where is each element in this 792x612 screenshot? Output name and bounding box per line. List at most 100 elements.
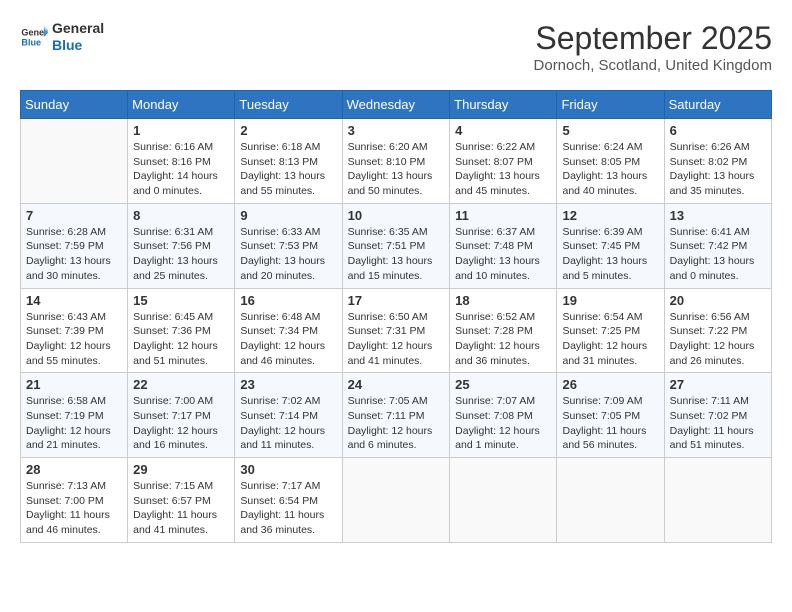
location-title: Dornoch, Scotland, United Kingdom	[534, 57, 772, 74]
day-number: 30	[240, 462, 336, 477]
calendar-cell	[450, 458, 557, 543]
day-number: 2	[240, 123, 336, 138]
calendar-cell: 2 Sunrise: 6:18 AMSunset: 8:13 PMDaylight…	[235, 119, 342, 204]
calendar-cell: 1 Sunrise: 6:16 AMSunset: 8:16 PMDaylight…	[128, 119, 235, 204]
day-info: Sunrise: 6:45 AMSunset: 7:36 PMDaylight:…	[133, 310, 229, 369]
calendar-body: 1 Sunrise: 6:16 AMSunset: 8:16 PMDaylight…	[21, 119, 772, 543]
calendar-cell: 23 Sunrise: 7:02 AMSunset: 7:14 PMDayligh…	[235, 373, 342, 458]
day-info: Sunrise: 6:54 AMSunset: 7:25 PMDaylight:…	[562, 310, 658, 369]
calendar-cell: 14Sunrise: 6:43 AMSunset: 7:39 PMDayligh…	[21, 288, 128, 373]
logo: General Blue General Blue	[20, 20, 104, 54]
day-info: Sunrise: 6:41 AMSunset: 7:42 PMDaylight:…	[670, 225, 766, 284]
calendar-cell	[21, 119, 128, 204]
day-info: Sunrise: 7:15 AMSunset: 6:57 PMDaylight:…	[133, 479, 229, 538]
calendar-cell: 22 Sunrise: 7:00 AMSunset: 7:17 PMDayligh…	[128, 373, 235, 458]
day-number: 21	[26, 377, 122, 392]
day-number: 28	[26, 462, 122, 477]
day-info: Sunrise: 6:16 AMSunset: 8:16 PMDaylight:…	[133, 140, 229, 199]
day-info: Sunrise: 7:07 AMSunset: 7:08 PMDaylight:…	[455, 394, 551, 453]
day-number: 19	[562, 293, 658, 308]
day-number: 9	[240, 208, 336, 223]
day-number: 17	[348, 293, 445, 308]
calendar-cell: 10Sunrise: 6:35 AMSunset: 7:51 PMDayligh…	[342, 203, 450, 288]
calendar-week-row: 7 Sunrise: 6:28 AMSunset: 7:59 PMDaylight…	[21, 203, 772, 288]
calendar-week-row: 1 Sunrise: 6:16 AMSunset: 8:16 PMDaylight…	[21, 119, 772, 204]
day-number: 25	[455, 377, 551, 392]
day-number: 22	[133, 377, 229, 392]
title-area: September 2025 Dornoch, Scotland, United…	[534, 20, 772, 74]
day-info: Sunrise: 6:24 AMSunset: 8:05 PMDaylight:…	[562, 140, 658, 199]
day-info: Sunrise: 6:33 AMSunset: 7:53 PMDaylight:…	[240, 225, 336, 284]
calendar-cell: 7 Sunrise: 6:28 AMSunset: 7:59 PMDaylight…	[21, 203, 128, 288]
calendar-cell: 24Sunrise: 7:05 AMSunset: 7:11 PMDayligh…	[342, 373, 450, 458]
day-number: 15	[133, 293, 229, 308]
day-number: 8	[133, 208, 229, 223]
day-info: Sunrise: 6:18 AMSunset: 8:13 PMDaylight:…	[240, 140, 336, 199]
day-number: 12	[562, 208, 658, 223]
day-info: Sunrise: 6:52 AMSunset: 7:28 PMDaylight:…	[455, 310, 551, 369]
calendar-cell: 8 Sunrise: 6:31 AMSunset: 7:56 PMDaylight…	[128, 203, 235, 288]
month-title: September 2025	[534, 20, 772, 57]
calendar-cell: 6 Sunrise: 6:26 AMSunset: 8:02 PMDaylight…	[664, 119, 771, 204]
calendar-cell	[557, 458, 664, 543]
calendar-cell: 13 Sunrise: 6:41 AMSunset: 7:42 PMDayligh…	[664, 203, 771, 288]
day-info: Sunrise: 6:22 AMSunset: 8:07 PMDaylight:…	[455, 140, 551, 199]
calendar-cell: 11 Sunrise: 6:37 AMSunset: 7:48 PMDayligh…	[450, 203, 557, 288]
calendar-cell: 12Sunrise: 6:39 AMSunset: 7:45 PMDayligh…	[557, 203, 664, 288]
day-info: Sunrise: 7:17 AMSunset: 6:54 PMDaylight:…	[240, 479, 336, 538]
day-number: 26	[562, 377, 658, 392]
logo-line1: General	[52, 20, 104, 37]
logo-line2: Blue	[52, 37, 104, 54]
calendar-week-row: 14Sunrise: 6:43 AMSunset: 7:39 PMDayligh…	[21, 288, 772, 373]
day-info: Sunrise: 7:11 AMSunset: 7:02 PMDaylight:…	[670, 394, 766, 453]
day-number: 4	[455, 123, 551, 138]
calendar-cell: 30 Sunrise: 7:17 AMSunset: 6:54 PMDayligh…	[235, 458, 342, 543]
day-info: Sunrise: 6:48 AMSunset: 7:34 PMDaylight:…	[240, 310, 336, 369]
logo-icon: General Blue	[20, 23, 48, 51]
day-info: Sunrise: 6:56 AMSunset: 7:22 PMDaylight:…	[670, 310, 766, 369]
calendar-header-row: SundayMondayTuesdayWednesdayThursdayFrid…	[21, 91, 772, 119]
calendar-cell: 17Sunrise: 6:50 AMSunset: 7:31 PMDayligh…	[342, 288, 450, 373]
column-header-saturday: Saturday	[664, 91, 771, 119]
day-number: 7	[26, 208, 122, 223]
calendar-cell: 29 Sunrise: 7:15 AMSunset: 6:57 PMDayligh…	[128, 458, 235, 543]
day-info: Sunrise: 6:28 AMSunset: 7:59 PMDaylight:…	[26, 225, 122, 284]
column-header-tuesday: Tuesday	[235, 91, 342, 119]
calendar-cell: 3 Sunrise: 6:20 AMSunset: 8:10 PMDaylight…	[342, 119, 450, 204]
day-number: 13	[670, 208, 766, 223]
day-number: 3	[348, 123, 445, 138]
calendar-week-row: 21 Sunrise: 6:58 AMSunset: 7:19 PMDayligh…	[21, 373, 772, 458]
day-number: 29	[133, 462, 229, 477]
calendar-cell: 26Sunrise: 7:09 AMSunset: 7:05 PMDayligh…	[557, 373, 664, 458]
day-info: Sunrise: 6:20 AMSunset: 8:10 PMDaylight:…	[348, 140, 445, 199]
day-info: Sunrise: 7:02 AMSunset: 7:14 PMDaylight:…	[240, 394, 336, 453]
day-info: Sunrise: 6:26 AMSunset: 8:02 PMDaylight:…	[670, 140, 766, 199]
calendar-cell: 19 Sunrise: 6:54 AMSunset: 7:25 PMDayligh…	[557, 288, 664, 373]
day-number: 14	[26, 293, 122, 308]
day-info: Sunrise: 6:58 AMSunset: 7:19 PMDaylight:…	[26, 394, 122, 453]
column-header-monday: Monday	[128, 91, 235, 119]
day-number: 23	[240, 377, 336, 392]
day-info: Sunrise: 6:31 AMSunset: 7:56 PMDaylight:…	[133, 225, 229, 284]
calendar-cell	[342, 458, 450, 543]
calendar-cell: 16 Sunrise: 6:48 AMSunset: 7:34 PMDayligh…	[235, 288, 342, 373]
day-number: 11	[455, 208, 551, 223]
calendar-cell: 4 Sunrise: 6:22 AMSunset: 8:07 PMDaylight…	[450, 119, 557, 204]
day-info: Sunrise: 6:37 AMSunset: 7:48 PMDaylight:…	[455, 225, 551, 284]
calendar-cell: 20Sunrise: 6:56 AMSunset: 7:22 PMDayligh…	[664, 288, 771, 373]
column-header-friday: Friday	[557, 91, 664, 119]
calendar-cell	[664, 458, 771, 543]
day-number: 5	[562, 123, 658, 138]
day-info: Sunrise: 7:00 AMSunset: 7:17 PMDaylight:…	[133, 394, 229, 453]
day-info: Sunrise: 7:05 AMSunset: 7:11 PMDaylight:…	[348, 394, 445, 453]
day-info: Sunrise: 7:13 AMSunset: 7:00 PMDaylight:…	[26, 479, 122, 538]
svg-text:Blue: Blue	[21, 37, 41, 47]
day-number: 6	[670, 123, 766, 138]
day-number: 16	[240, 293, 336, 308]
calendar-cell: 5 Sunrise: 6:24 AMSunset: 8:05 PMDaylight…	[557, 119, 664, 204]
day-number: 18	[455, 293, 551, 308]
calendar-cell: 15 Sunrise: 6:45 AMSunset: 7:36 PMDayligh…	[128, 288, 235, 373]
calendar-cell: 27 Sunrise: 7:11 AMSunset: 7:02 PMDayligh…	[664, 373, 771, 458]
day-number: 1	[133, 123, 229, 138]
day-number: 27	[670, 377, 766, 392]
